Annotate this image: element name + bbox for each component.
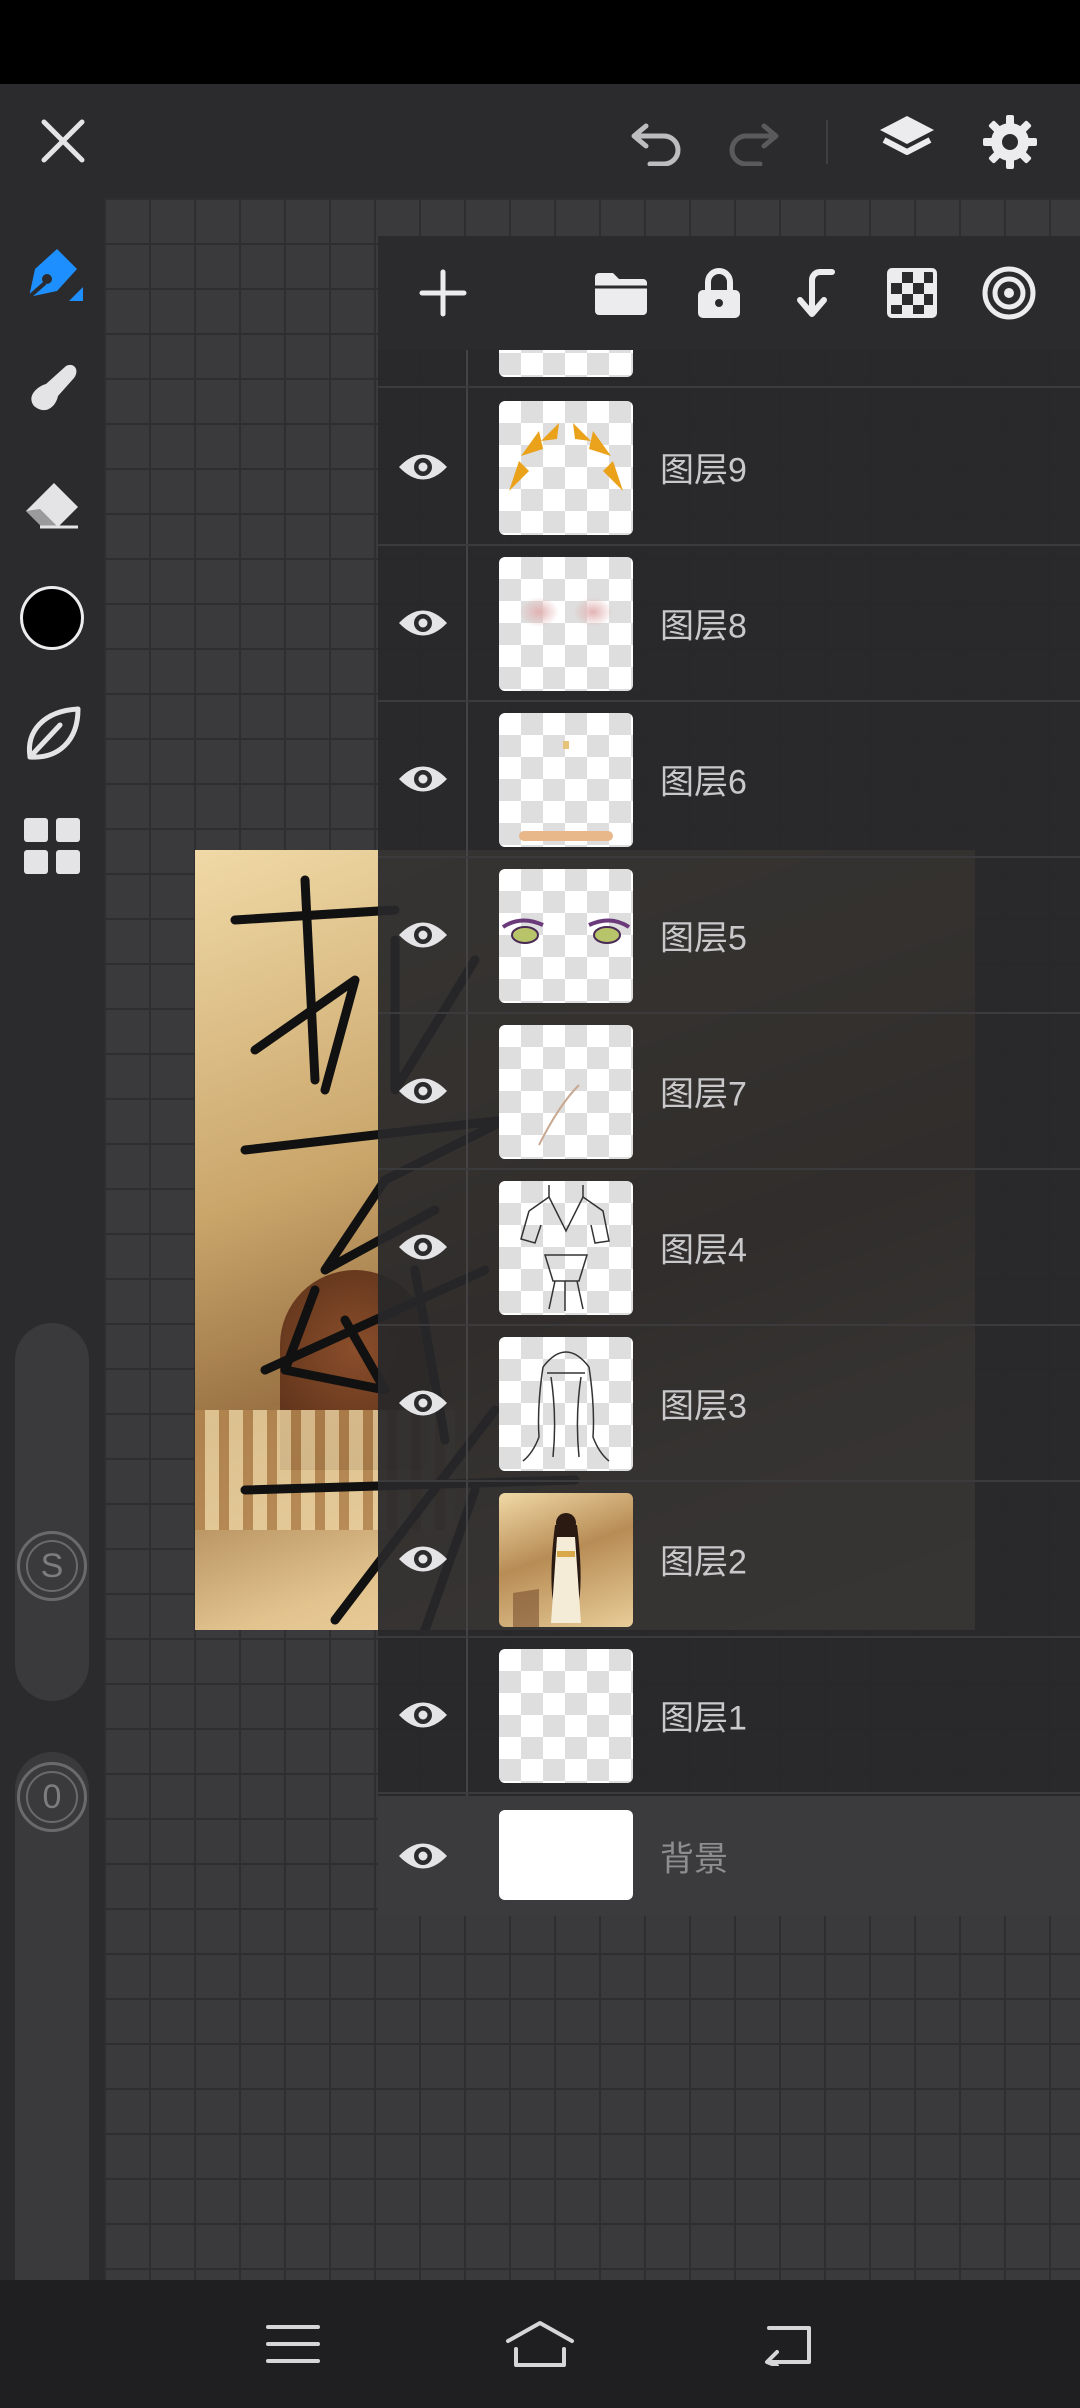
layer-thumbnail xyxy=(499,1337,633,1471)
undo-icon[interactable] xyxy=(622,106,692,176)
layer-thumbnail xyxy=(499,1493,633,1627)
layer-name: 图层1 xyxy=(660,1699,747,1738)
layer-name: 图层7 xyxy=(660,1075,747,1114)
layers-list[interactable]: 图层9 图层8 图层6 图层5 图层7 图层4 图层3 图层2 图层1 背景 xyxy=(378,350,1080,1916)
leaf-icon[interactable] xyxy=(12,693,92,773)
left-toolbar: S 0 xyxy=(0,198,104,2340)
layer-name: 图层5 xyxy=(660,919,747,958)
layer-name: 图层6 xyxy=(660,763,747,802)
brush-pen-icon[interactable] xyxy=(12,234,92,314)
visibility-eye-icon[interactable] xyxy=(394,906,452,964)
visibility-eye-icon[interactable] xyxy=(394,1218,452,1276)
gear-icon[interactable] xyxy=(972,104,1048,180)
layer-thumbnail xyxy=(499,1649,633,1783)
visibility-eye-icon[interactable] xyxy=(394,750,452,808)
layers-panel: 图层9 图层8 图层6 图层5 图层7 图层4 图层3 图层2 图层1 背景 xyxy=(378,236,1080,1916)
visibility-eye-icon[interactable] xyxy=(394,1686,452,1744)
layer-thumbnail xyxy=(499,350,633,377)
status-bar xyxy=(0,0,1080,84)
opacity-badge: 0 xyxy=(17,1762,87,1832)
opacity-slider[interactable] xyxy=(15,1752,89,2340)
layer-name: 图层3 xyxy=(660,1387,747,1426)
layers-caret xyxy=(893,184,921,198)
layer-name: 图层2 xyxy=(660,1543,747,1582)
brush-size-badge: S xyxy=(17,1531,87,1601)
layer-thumbnail xyxy=(499,1810,633,1900)
grid-icon[interactable] xyxy=(12,806,92,886)
layer-row[interactable]: 图层1 xyxy=(378,1638,1080,1794)
menu-icon[interactable] xyxy=(248,2299,338,2389)
top-toolbar xyxy=(0,84,1080,198)
visibility-eye-icon[interactable] xyxy=(394,1062,452,1120)
close-icon[interactable] xyxy=(28,106,98,176)
layer-thumbnail xyxy=(499,401,633,535)
visibility-eye-icon[interactable] xyxy=(394,438,452,496)
layers-icon[interactable] xyxy=(868,102,946,180)
layer-name: 图层9 xyxy=(660,451,747,490)
smudge-icon[interactable] xyxy=(12,348,92,428)
layer-row[interactable]: 图层5 xyxy=(378,858,1080,1014)
visibility-eye-icon[interactable] xyxy=(394,594,452,652)
lock-icon[interactable] xyxy=(684,258,754,328)
layer-row[interactable]: 图层6 xyxy=(378,702,1080,858)
layer-name: 图层4 xyxy=(660,1231,747,1270)
layer-row[interactable]: 图层9 xyxy=(378,390,1080,546)
layer-row[interactable]: 图层2 xyxy=(378,1482,1080,1638)
visibility-eye-icon[interactable] xyxy=(394,1374,452,1432)
layer-thumbnail xyxy=(499,1025,633,1159)
visibility-eye-icon[interactable] xyxy=(394,1827,452,1885)
layer-row[interactable]: 图层8 xyxy=(378,546,1080,702)
add-layer-icon[interactable] xyxy=(408,258,478,328)
layer-thumbnail xyxy=(499,713,633,847)
layer-row-partial[interactable] xyxy=(378,350,1080,388)
visibility-eye-icon[interactable] xyxy=(394,1530,452,1588)
redo-icon[interactable] xyxy=(718,106,788,176)
target-icon[interactable] xyxy=(974,258,1044,328)
brush-size-slider[interactable] xyxy=(15,1323,89,1701)
folder-icon[interactable] xyxy=(586,258,656,328)
layers-toolbar xyxy=(378,236,1080,350)
back-icon[interactable] xyxy=(742,2299,832,2389)
toolbar-divider xyxy=(826,120,828,164)
layer-name: 图层8 xyxy=(660,607,747,646)
layer-thumbnail xyxy=(499,557,633,691)
layer-thumbnail xyxy=(499,1181,633,1315)
layer-row[interactable]: 图层7 xyxy=(378,1014,1080,1170)
layer-row[interactable]: 图层3 xyxy=(378,1326,1080,1482)
layer-name: 背景 xyxy=(660,1840,728,1879)
eraser-icon[interactable] xyxy=(12,463,92,543)
layer-row[interactable]: 图层4 xyxy=(378,1170,1080,1326)
system-nav-bar xyxy=(0,2280,1080,2408)
layer-row-selected[interactable]: 背景 xyxy=(378,1796,1080,1916)
merge-down-icon[interactable] xyxy=(780,258,850,328)
color-swatch[interactable] xyxy=(12,578,92,658)
home-icon[interactable] xyxy=(495,2299,585,2389)
layer-thumbnail xyxy=(499,869,633,1003)
transparency-icon[interactable] xyxy=(877,258,947,328)
